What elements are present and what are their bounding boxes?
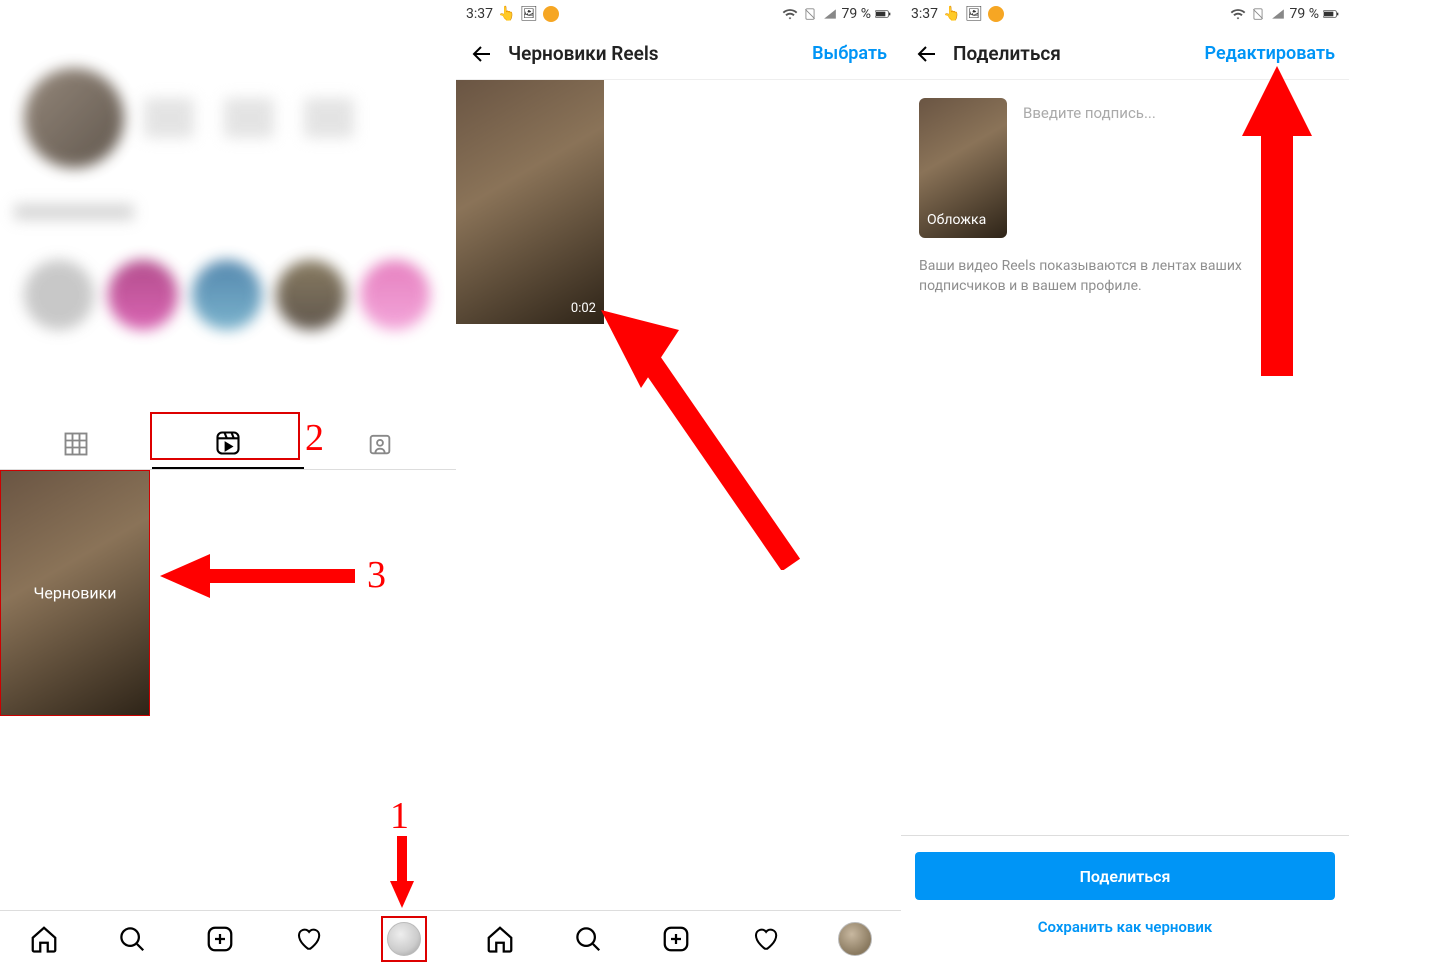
- header: Поделиться Редактировать: [901, 28, 1349, 80]
- nav-add[interactable]: [205, 924, 235, 954]
- tagged-icon: [366, 430, 394, 458]
- info-text: Ваши видео Reels показываются в лентах в…: [919, 256, 1331, 297]
- plus-square-icon: [205, 924, 235, 954]
- wifi-icon: [782, 6, 798, 22]
- page-title: Черновики Reels: [508, 42, 798, 65]
- back-button[interactable]: [915, 42, 939, 66]
- back-button[interactable]: [470, 42, 494, 66]
- highlight-item: [24, 260, 94, 330]
- stat-following: [304, 98, 354, 138]
- wifi-icon: [1230, 6, 1246, 22]
- plus-square-icon: [661, 924, 691, 954]
- arrow-left-icon: [915, 42, 939, 66]
- status-bar: 3:37 👆 🖼 79 %: [456, 0, 901, 28]
- panel-profile: Черновики 2 3 1: [0, 0, 456, 966]
- status-bar: [0, 0, 456, 28]
- heart-icon: [293, 924, 323, 954]
- search-icon: [117, 924, 147, 954]
- highlight-item: [276, 260, 346, 330]
- signal-icon: [822, 6, 838, 22]
- battery-icon: [1323, 6, 1339, 22]
- home-icon: [485, 924, 515, 954]
- nav-add[interactable]: [661, 924, 691, 954]
- highlight-item: [192, 260, 262, 330]
- no-sim-icon: [1250, 6, 1266, 22]
- image-icon: 🖼: [521, 6, 537, 22]
- highlight-item: [360, 260, 430, 330]
- nav-home[interactable]: [29, 924, 59, 954]
- nav-activity[interactable]: [293, 924, 323, 954]
- draft-label: Черновики: [33, 584, 116, 603]
- bottom-nav: [456, 910, 901, 966]
- heart-icon: [750, 924, 780, 954]
- drafts-grid: 0:02: [456, 80, 901, 324]
- panel-drafts: 3:37 👆 🖼 79 % Черновики Reels Выбрать 0:…: [456, 0, 901, 966]
- annotation-arrow-3: [160, 546, 360, 606]
- select-button[interactable]: Выбрать: [812, 43, 887, 64]
- touch-icon: 👆: [944, 6, 960, 22]
- status-time: 3:37: [466, 6, 493, 22]
- draft-duration: 0:02: [571, 301, 596, 316]
- caption-input[interactable]: [1023, 98, 1331, 122]
- nav-home[interactable]: [485, 924, 515, 954]
- save-draft-button[interactable]: Сохранить как черновик: [915, 918, 1335, 936]
- signal-icon: [1270, 6, 1286, 22]
- no-sim-icon: [802, 6, 818, 22]
- annotation-box-nav: [381, 916, 427, 962]
- share-button[interactable]: Поделиться: [915, 852, 1335, 900]
- reels-icon: [214, 429, 242, 457]
- nav-profile[interactable]: [387, 922, 421, 956]
- status-bar: 3:37 👆 🖼 79 %: [901, 0, 1349, 28]
- app-dot-icon: [543, 6, 559, 22]
- nav-profile[interactable]: [838, 922, 872, 956]
- stat-followers: [224, 98, 274, 138]
- annotation-arrow-1: [388, 836, 416, 908]
- stat-posts: [144, 98, 194, 138]
- battery-icon: [875, 6, 891, 22]
- nav-search[interactable]: [573, 924, 603, 954]
- tab-grid[interactable]: [0, 418, 152, 469]
- profile-tabs: [0, 418, 456, 470]
- home-icon: [29, 924, 59, 954]
- status-time: 3:37: [911, 6, 938, 22]
- status-battery: 79 %: [842, 6, 871, 22]
- cover-label: Обложка: [927, 212, 986, 228]
- app-dot-icon: [988, 6, 1004, 22]
- grid-icon: [62, 430, 90, 458]
- divider: [901, 835, 1349, 836]
- draft-thumbnail[interactable]: Черновики: [0, 470, 150, 716]
- tab-tagged[interactable]: [304, 418, 456, 469]
- share-body: Обложка Ваши видео Reels показываются в …: [901, 80, 1349, 315]
- cover-thumbnail[interactable]: Обложка: [919, 98, 1007, 238]
- profile-header-blurred: [0, 28, 456, 418]
- annotation-arrow-draft: [601, 310, 801, 570]
- profile-name: [14, 204, 134, 220]
- highlight-item: [108, 260, 178, 330]
- draft-item[interactable]: 0:02: [456, 80, 604, 324]
- avatar: [24, 68, 124, 168]
- panel-share: 3:37 👆 🖼 79 % Поделиться Редактировать О…: [901, 0, 1349, 966]
- image-icon: 🖼: [966, 6, 982, 22]
- edit-button[interactable]: Редактировать: [1205, 43, 1335, 64]
- bottom-nav: [0, 910, 456, 966]
- search-icon: [573, 924, 603, 954]
- annotation-number-1: 1: [390, 794, 409, 838]
- header: Черновики Reels Выбрать: [456, 28, 901, 80]
- arrow-left-icon: [470, 42, 494, 66]
- nav-activity[interactable]: [750, 924, 780, 954]
- share-footer: Поделиться Сохранить как черновик: [901, 852, 1349, 936]
- status-battery: 79 %: [1290, 6, 1319, 22]
- page-title: Поделиться: [953, 42, 1191, 65]
- touch-icon: 👆: [499, 6, 515, 22]
- nav-search[interactable]: [117, 924, 147, 954]
- tab-reels[interactable]: [152, 418, 304, 469]
- annotation-number-3: 3: [367, 553, 386, 597]
